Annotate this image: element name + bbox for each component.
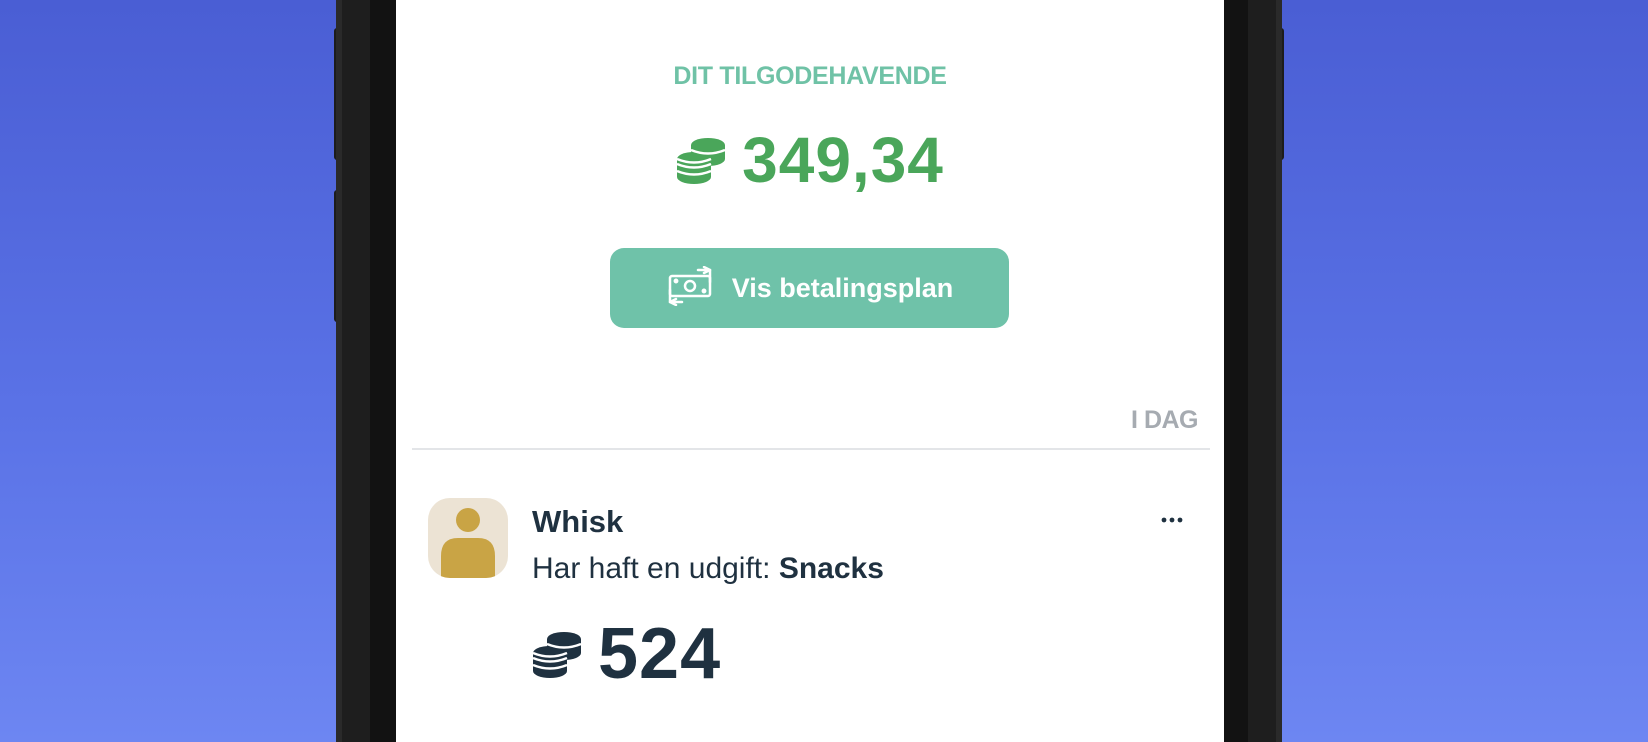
feed-item-category: Snacks (778, 552, 884, 585)
feed-item-description: Har haft en udgift: Snacks (532, 552, 884, 586)
balance-display: 349,34 (396, 128, 1224, 192)
section-divider (412, 448, 1210, 450)
user-avatar-icon (428, 498, 508, 578)
coins-icon (676, 135, 726, 185)
app-screen: DIT TILGODEHAVENDE 349,34 Vis betalingsp… (396, 0, 1224, 742)
payment-plan-button-label: Vis betalingsplan (731, 272, 954, 303)
money-exchange-icon (666, 265, 714, 311)
payment-plan-button[interactable]: Vis betalingsplan (610, 248, 1009, 328)
feed-item-name: Whisk (532, 504, 624, 539)
feed-item-amount: 524 (532, 618, 721, 690)
feed-item-description-text: Har haft en udgift: (532, 552, 779, 585)
more-options-icon[interactable] (1152, 504, 1192, 536)
balance-label: DIT TILGODEHAVENDE (673, 62, 947, 90)
coins-icon (532, 629, 582, 679)
balance-value: 349,34 (742, 124, 944, 196)
feed-item[interactable]: Whisk Har haft en udgift: Snacks 524 (428, 498, 1210, 738)
section-header-today: I DAG (1131, 406, 1198, 434)
feed-item-amount-value: 524 (598, 614, 722, 694)
